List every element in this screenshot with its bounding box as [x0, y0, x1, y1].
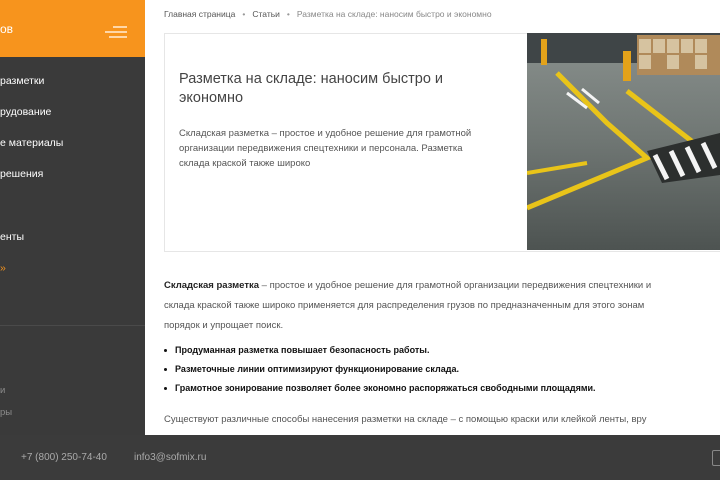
breadcrumb: Главная страница • Статьи • Разметка на скла… [164, 9, 492, 19]
intro-bold: Складская разметка [164, 280, 260, 291]
page-title: Разметка на складе: наносим быстро и эко… [179, 71, 444, 106]
article-body: Складская разметка – простое и удобное р… [164, 276, 720, 336]
bullet-text: Продуманная разметка повышает безопаснос… [175, 345, 430, 355]
logo-text[interactable]: ов [0, 22, 13, 36]
breadcrumb-articles[interactable]: Статьи [252, 9, 280, 19]
breadcrumb-separator: • [286, 9, 290, 19]
sidebar-item-clients[interactable]: енты [0, 231, 24, 243]
article-line-2: склада краской также широко применяется … [164, 300, 645, 311]
sidebar-subitem-2[interactable]: ры [0, 407, 12, 418]
breadcrumb-separator: • [242, 9, 246, 19]
sidebar-subitem-1[interactable]: и [0, 385, 5, 396]
breadcrumb-home[interactable]: Главная страница [164, 9, 235, 19]
sidebar: ов разметки рудование е материалы решени… [0, 0, 145, 435]
bullet-text: Грамотное зонирование позволяет более эк… [175, 383, 596, 393]
article-paragraph-2: Существуют различные способы нанесения р… [164, 414, 647, 425]
card-summary: Складская разметка – простое и удобное р… [179, 128, 472, 169]
article-line-1: Складская разметка – простое и удобное р… [164, 276, 720, 296]
bullet-icon [164, 387, 167, 391]
list-item: Грамотное зонирование позволяет более эк… [164, 383, 596, 393]
list-item: Разметочные линии оптимизируют функциони… [164, 364, 459, 374]
sidebar-divider [0, 325, 145, 326]
sidebar-item-materials[interactable]: е материалы [0, 137, 63, 149]
intro-text: – простое и удобное решение для грамотно… [259, 280, 652, 291]
sidebar-item-solutions[interactable]: решения [0, 168, 43, 180]
article-line-3: порядок и упрощает поиск. [164, 320, 284, 331]
cart-icon[interactable] [712, 450, 720, 466]
menu-icon[interactable] [105, 26, 127, 38]
footer-bar: +7 (800) 250-74-40 info3@sofmix.ru [0, 435, 720, 480]
warehouse-photo [527, 33, 720, 250]
footer-email[interactable]: info3@sofmix.ru [134, 452, 206, 463]
sidebar-item-active[interactable]: » [0, 262, 6, 274]
sidebar-item-equipment[interactable]: рудование [0, 106, 51, 118]
sidebar-header: ов [0, 0, 145, 57]
list-item: Продуманная разметка повышает безопаснос… [164, 345, 429, 355]
sidebar-item-marking[interactable]: разметки [0, 75, 44, 87]
bullet-icon [164, 349, 167, 353]
breadcrumb-current: Разметка на складе: наносим быстро и эко… [296, 9, 492, 19]
footer-phone[interactable]: +7 (800) 250-74-40 [21, 452, 107, 463]
bullet-icon [164, 368, 167, 372]
hero-image [527, 33, 720, 250]
bullet-text: Разметочные линии оптимизируют функциони… [175, 364, 459, 374]
